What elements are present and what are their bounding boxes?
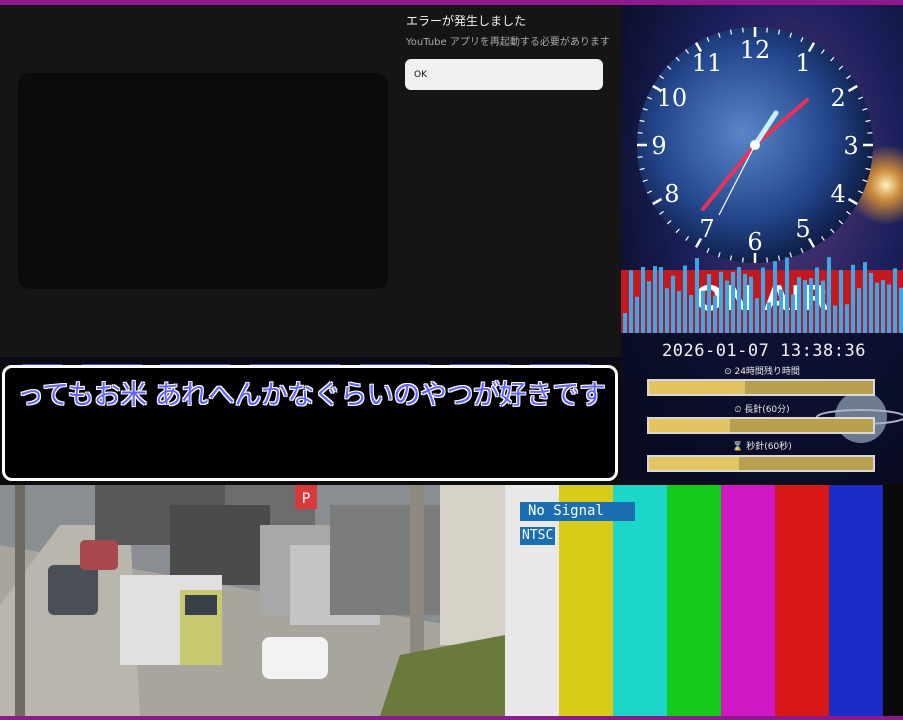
timer-label-24h: ⊙ 24時間残り時間	[724, 367, 800, 377]
spectrum-bar	[791, 294, 795, 333]
spectrum-bar	[875, 282, 879, 333]
ntsc-label: NTSC	[520, 527, 556, 545]
spectrum-bar	[713, 295, 717, 333]
spectrum-bar	[701, 290, 705, 333]
spectrum-bar	[653, 266, 657, 333]
spectrum-bar	[833, 305, 837, 333]
spectrum-bar	[671, 275, 675, 333]
no-signal-label: No Signal	[520, 502, 635, 521]
bottom-frame-border	[0, 716, 903, 720]
subtitle-text: ってもお米 あれへんかなぐらいのやつが好きです	[17, 380, 606, 411]
color-bar	[721, 485, 775, 716]
video-placeholder	[18, 73, 388, 289]
clock-numeral: 7	[699, 215, 714, 243]
spectrum-bar	[677, 291, 681, 333]
error-title: エラーが発生しました	[406, 14, 527, 28]
color-bar	[829, 485, 883, 716]
clock-tick	[766, 257, 768, 263]
spectrum-bar	[641, 266, 645, 333]
progress-fill-24h	[649, 381, 746, 394]
spectrum-bar	[857, 288, 861, 333]
color-bar	[775, 485, 829, 716]
spectrum-bar	[869, 272, 873, 333]
spectrum-bar	[635, 296, 639, 333]
spectrum-bar	[893, 268, 897, 333]
clock-tick	[742, 27, 744, 33]
spectrum-bar	[827, 257, 831, 333]
color-bar	[667, 485, 721, 716]
spectrum-bar	[887, 284, 891, 333]
ok-button[interactable]: OK	[405, 59, 603, 90]
spectrum-bar	[821, 280, 825, 333]
spectrum-bar	[797, 277, 801, 333]
spectrum-bar	[737, 267, 741, 333]
spectrum-bar	[767, 302, 771, 333]
error-message: YouTube アプリを再起動する必要があります	[406, 37, 610, 48]
spectrum-bar	[719, 271, 723, 333]
clock-tick	[637, 156, 643, 158]
spectrum-bar	[845, 304, 849, 333]
spectrum-bar	[851, 264, 855, 333]
spectrum-bar	[623, 313, 627, 333]
spectrum-bar	[755, 298, 759, 333]
spectrum-bar	[785, 257, 789, 333]
clock-numeral: 5	[795, 215, 810, 243]
street-scene: P	[0, 485, 505, 716]
spectrum-bar	[899, 287, 903, 333]
spectrum-bar	[839, 270, 843, 333]
spectrum-bar	[689, 295, 693, 333]
spectrum-bar	[707, 274, 711, 333]
street-camera-feed: P	[0, 485, 505, 716]
spectrum-bar	[647, 281, 651, 333]
progress-bar-minute	[647, 417, 875, 434]
spectrum-bar	[779, 289, 783, 333]
spectrum-bar	[629, 270, 633, 333]
clock-tick	[867, 132, 873, 134]
clock-numeral: 6	[747, 228, 762, 256]
clock-numeral: 9	[651, 132, 666, 160]
dark-car	[48, 565, 98, 615]
progress-bar-second	[647, 455, 875, 472]
progress-fill-minute	[649, 419, 730, 432]
svg-text:P: P	[302, 491, 310, 507]
clock-numeral: 3	[843, 132, 858, 160]
spectrum-bar	[659, 267, 663, 333]
clock-tick	[766, 27, 768, 33]
clock-numeral: 4	[830, 180, 845, 208]
clock-tick	[637, 132, 643, 134]
spectrum-bar	[815, 267, 819, 333]
clock-numeral: 12	[740, 36, 771, 64]
spectrum-bar	[863, 262, 867, 333]
test-pattern: No Signal NTSC	[505, 485, 903, 716]
spectrum-bar	[683, 265, 687, 333]
spectrum-bar	[809, 278, 813, 333]
clock-numeral: 8	[664, 180, 679, 208]
spectrum-bar	[665, 288, 669, 333]
subtitle-previous-line	[0, 357, 621, 365]
datetime-display: 2026-01-07 13:38:36	[662, 341, 866, 361]
spectrum-bar	[881, 280, 885, 333]
spectrum-bar	[725, 280, 729, 333]
spectrum-bar	[743, 273, 747, 333]
spectrum-bar	[761, 267, 765, 333]
youtube-error-panel: エラーが発生しました YouTube アプリを再起動する必要があります OK	[0, 5, 621, 365]
timer-label-second: ⌛ 秒針(60秒)	[732, 442, 792, 452]
clock-numeral: 11	[692, 49, 723, 77]
clock-panel: 12 1 2 3 4 5 6 7 8 9 10 11 ON AIR 2026-01-07 13:38:…	[621, 5, 903, 483]
progress-fill-second	[649, 457, 739, 470]
clock-numeral: 2	[830, 84, 845, 112]
clock-numeral: 10	[657, 84, 688, 112]
clock-numeral: 1	[795, 49, 810, 77]
spectrum-bar	[695, 258, 699, 333]
clock-tick	[867, 156, 873, 158]
spectrum-bar	[773, 261, 777, 333]
subtitle-box: ってもお米 あれへんかなぐらいのやつが好きです	[2, 365, 618, 481]
spectrum-bar	[731, 271, 735, 333]
progress-bar-24h	[647, 379, 875, 396]
clock-tick	[742, 257, 744, 263]
timer-label-minute: ⏲ 長針(60分)	[734, 405, 790, 415]
spectrum-bar	[749, 276, 753, 333]
spectrum-bar	[803, 280, 807, 333]
white-car	[262, 637, 328, 679]
